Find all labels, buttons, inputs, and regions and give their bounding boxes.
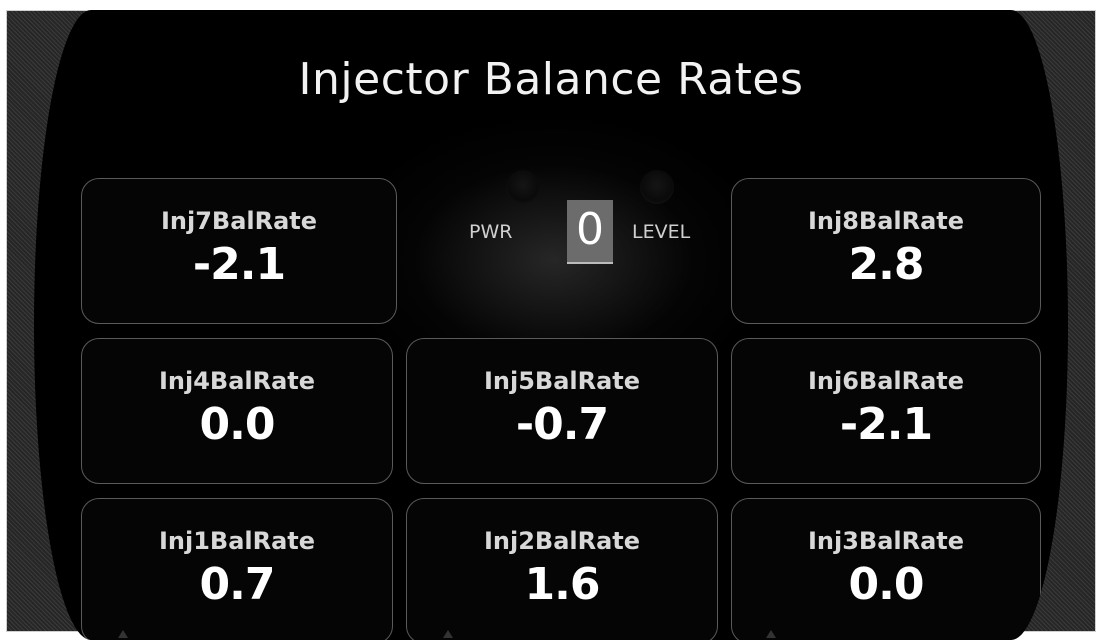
power-label: PWR <box>469 221 513 243</box>
gauge-label: Inj8BalRate <box>807 207 965 235</box>
power-level-value[interactable]: 0 <box>567 200 613 264</box>
scroll-up-arrow-icon[interactable] <box>766 630 776 638</box>
gauge-tile-inj5[interactable]: Inj5BalRate -0.7 <box>406 338 718 484</box>
gauge-tile-inj3[interactable]: Inj3BalRate 0.0 <box>731 498 1041 640</box>
power-level-indicator[interactable]: PWR 0 LEVEL <box>454 170 714 270</box>
gauge-value: 0.0 <box>848 559 925 610</box>
gauge-label: Inj4BalRate <box>158 367 316 395</box>
gauge-label: Inj3BalRate <box>807 527 965 555</box>
indicator-lamp-icon <box>640 170 674 204</box>
gauge-tile-inj8[interactable]: Inj8BalRate 2.8 <box>731 178 1041 324</box>
gauge-screen: Injector Balance Rates PWR 0 LEVEL Inj7B… <box>34 10 1068 640</box>
gauge-tile-inj2[interactable]: Inj2BalRate 1.6 <box>406 498 718 640</box>
gauge-label: Inj1BalRate <box>158 527 316 555</box>
gauge-label: Inj7BalRate <box>160 207 318 235</box>
gauge-tile-inj4[interactable]: Inj4BalRate 0.0 <box>81 338 393 484</box>
gauge-label: Inj5BalRate <box>483 367 641 395</box>
gauge-value: 0.0 <box>199 399 276 450</box>
level-label: LEVEL <box>632 221 691 243</box>
page-title: Injector Balance Rates <box>298 54 804 105</box>
gauge-tile-inj7[interactable]: Inj7BalRate -2.1 <box>81 178 397 324</box>
gauge-label: Inj2BalRate <box>483 527 641 555</box>
indicator-lamp-icon <box>506 170 540 204</box>
gauge-value: 2.8 <box>848 239 925 290</box>
gauge-value: -2.1 <box>839 399 933 450</box>
gauge-value: -2.1 <box>192 239 286 290</box>
gauge-value: -0.7 <box>515 399 609 450</box>
scroll-up-arrow-icon[interactable] <box>443 630 453 638</box>
gauge-tile-inj1[interactable]: Inj1BalRate 0.7 <box>81 498 393 640</box>
gauge-label: Inj6BalRate <box>807 367 965 395</box>
gauge-value: 0.7 <box>199 559 276 610</box>
gauge-tile-inj6[interactable]: Inj6BalRate -2.1 <box>731 338 1041 484</box>
app-window: Injector Balance Rates PWR 0 LEVEL Inj7B… <box>0 0 1102 641</box>
scroll-up-arrow-icon[interactable] <box>118 630 128 638</box>
gauge-value: 1.6 <box>524 559 601 610</box>
